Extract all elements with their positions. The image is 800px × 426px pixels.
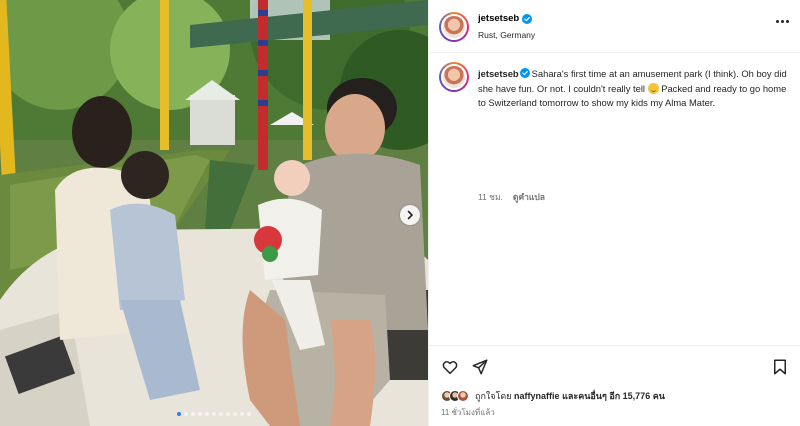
- carousel-dot: [219, 412, 223, 416]
- see-translation-button[interactable]: ดูคำแปล: [513, 190, 545, 204]
- carousel-dot: [205, 412, 209, 416]
- chevron-right-icon: [407, 210, 413, 220]
- location[interactable]: Rust, Germany: [478, 30, 535, 40]
- liked-by-prefix: ถูกใจโดย: [475, 391, 512, 401]
- carousel-dot: [198, 412, 202, 416]
- caption-username[interactable]: jetsetseb: [478, 68, 519, 79]
- action-bar: [429, 345, 800, 385]
- carousel-dot: [191, 412, 195, 416]
- grin-emoji-icon: [647, 82, 659, 94]
- carousel-dot: [212, 412, 216, 416]
- username-row: jetsetseb: [478, 13, 533, 24]
- carousel-dot: [177, 412, 181, 416]
- liked-by-user[interactable]: naffynaffie: [514, 391, 560, 401]
- instagram-post: jetsetseb Rust, Germany jetsetseb Sahara'…: [0, 0, 800, 426]
- carousel-dot: [247, 412, 251, 416]
- verified-badge-icon: [519, 68, 530, 78]
- post-timestamp[interactable]: 11 ชั่วโมงที่แล้ว: [441, 406, 495, 419]
- caption-meta: 11 ชม. ดูคำแปล: [478, 190, 545, 204]
- photo-scene: [0, 0, 428, 426]
- heart-icon[interactable]: [441, 358, 459, 376]
- liker-avatars[interactable]: [441, 390, 469, 402]
- likes-summary: ถูกใจโดย naffynaffie และคนอื่นๆ อีก 15,7…: [441, 389, 665, 403]
- avatar: [457, 390, 469, 402]
- post-panel: jetsetseb Rust, Germany jetsetseb Sahara'…: [428, 0, 800, 426]
- carousel-dot: [226, 412, 230, 416]
- liked-by-count[interactable]: อีก 15,776 คน: [609, 389, 665, 403]
- carousel-indicator: [0, 412, 428, 416]
- username[interactable]: jetsetseb: [478, 13, 519, 24]
- caption-text: jetsetseb Sahara's first time at an amuse…: [478, 67, 790, 111]
- carousel-dot: [233, 412, 237, 416]
- verified-badge-icon: [522, 13, 533, 24]
- liked-by-middle[interactable]: และคนอื่นๆ: [562, 389, 607, 403]
- bookmark-icon[interactable]: [771, 358, 789, 376]
- avatar[interactable]: [439, 12, 469, 42]
- send-icon[interactable]: [471, 358, 489, 376]
- more-options-icon[interactable]: [776, 20, 789, 23]
- caption-time[interactable]: 11 ชม.: [478, 190, 503, 204]
- carousel-dot: [240, 412, 244, 416]
- carousel-dot: [184, 412, 188, 416]
- post-photo[interactable]: [0, 0, 428, 426]
- post-header: jetsetseb Rust, Germany: [429, 0, 800, 53]
- next-photo-button[interactable]: [400, 205, 420, 225]
- caption-avatar[interactable]: [439, 62, 469, 92]
